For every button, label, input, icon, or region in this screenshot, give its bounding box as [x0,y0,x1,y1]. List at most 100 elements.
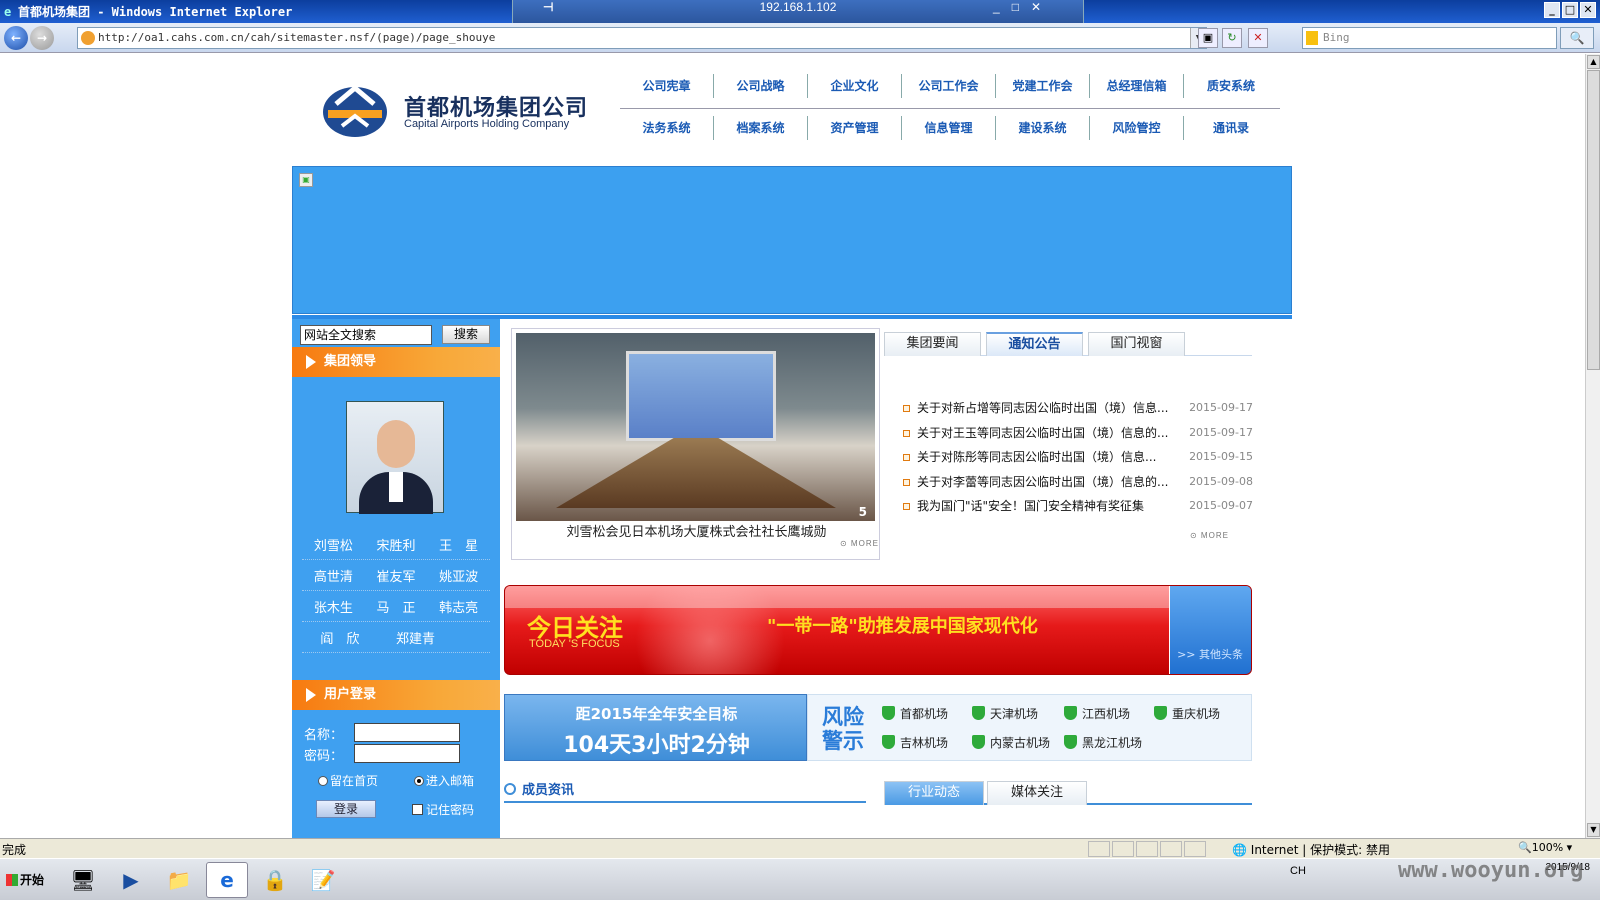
news-row[interactable]: 关于对王玉等同志因公临时出国（境）信息的... 2015-09-17 [901,421,1253,446]
tab-notices[interactable]: 通知公告 [986,332,1083,356]
airport-link[interactable]: 内蒙古机场 [972,734,1050,751]
pin-icon[interactable]: ⊣ [543,0,553,14]
leader-link[interactable]: 马 正 [376,597,415,616]
other-headlines-link[interactable]: >> 其他头条 [1177,646,1243,662]
start-button[interactable]: 开始 [2,865,50,895]
go-mail-radio[interactable]: 进入邮箱 [414,772,474,789]
slide-number[interactable]: 5 [859,505,867,519]
back-button[interactable]: ← [4,26,28,50]
close-button[interactable]: ✕ [1580,2,1596,18]
airport-name[interactable]: 黑龙江机场 [1082,736,1142,750]
news-title[interactable]: 我为国门"话"安全！国门安全精神有奖征集 [917,494,1144,518]
nav-link[interactable]: 质安系统 [1184,74,1278,98]
tab-group-news[interactable]: 集团要闻 [884,332,981,356]
leader-link[interactable]: 姚亚波 [439,566,478,585]
news-more-link[interactable]: ⊙ MORE [1190,531,1229,540]
refresh-button[interactable]: ↻ [1222,28,1242,48]
rdp-connection-bar[interactable]: ⊣ 192.168.1.102 _□✕ [512,0,1084,23]
nav-link[interactable]: 公司工作会 [902,74,996,98]
leader-link[interactable]: 刘雪松 [314,535,353,554]
photo-more-link[interactable]: ⊙ MORE [840,539,879,548]
forward-button[interactable]: → [30,26,54,50]
site-search-input[interactable]: 网站全文搜索 [300,325,432,345]
search-input[interactable]: Bing [1302,27,1557,49]
news-title[interactable]: 关于对李蕾等同志因公临时出国（境）信息的... [917,470,1168,494]
username-input[interactable] [354,723,460,742]
explorer-folder-icon[interactable]: 📁 [158,862,200,898]
window-titlebar[interactable]: e 首都机场集团 - Windows Internet Explorer ⊣ 19… [0,0,1600,23]
airport-name[interactable]: 天津机场 [990,707,1038,721]
leader-link[interactable]: 郑建青 [396,628,435,647]
news-row[interactable]: 我为国门"话"安全！国门安全精神有奖征集 2015-09-07 [901,494,1253,519]
maximize-button[interactable]: □ [1562,2,1578,18]
nav-link[interactable]: 通讯录 [1184,116,1278,140]
nav-link[interactable]: 企业文化 [808,74,902,98]
vertical-scrollbar[interactable]: ▲ ▼ [1585,54,1600,838]
leader-link[interactable]: 宋胜利 [376,535,415,554]
photo-caption[interactable]: 刘雪松会见日本机场大厦株式会社社长鹰城勋 [512,521,881,540]
airport-link[interactable]: 重庆机场 [1154,705,1220,722]
compat-view-button[interactable]: ▣ [1198,28,1218,48]
input-language[interactable]: CH [1290,865,1306,877]
news-title[interactable]: 关于对王玉等同志因公临时出国（境）信息的... [917,421,1168,445]
leader-link[interactable]: 高世清 [314,566,353,585]
nav-link[interactable]: 党建工作会 [996,74,1090,98]
search-button[interactable]: 🔍 [1560,27,1594,49]
nav-link[interactable]: 法务系统 [620,116,714,140]
login-button[interactable]: 登录 [316,800,376,818]
scroll-down-icon[interactable]: ▼ [1587,823,1600,837]
nav-link[interactable]: 档案系统 [714,116,808,140]
password-input[interactable] [354,744,460,763]
news-row[interactable]: 关于对李蕾等同志因公临时出国（境）信息的... 2015-09-08 [901,470,1253,495]
minimize-button[interactable]: _ [1544,2,1560,18]
airport-link[interactable]: 江西机场 [1064,705,1130,722]
airport-name[interactable]: 重庆机场 [1172,707,1220,721]
airport-name[interactable]: 首都机场 [900,707,948,721]
stop-button[interactable]: ✕ [1248,28,1268,48]
news-row[interactable]: 关于对新占增等同志因公临时出国（境）信息... 2015-09-17 [901,396,1253,421]
security-zone[interactable]: 🌐 Internet | 保护模式: 禁用 [1232,841,1390,858]
airport-name[interactable]: 江西机场 [1082,707,1130,721]
focus-headline[interactable]: "一带一路"助推发展中国家现代化 [767,612,1038,638]
scroll-up-icon[interactable]: ▲ [1587,55,1600,69]
server-manager-icon[interactable]: 🖥 [62,862,104,898]
nav-link[interactable]: 信息管理 [902,116,996,140]
airport-link[interactable]: 天津机场 [972,705,1038,722]
rdp-controls[interactable]: _□✕ [993,0,1053,14]
cahs-logo-icon[interactable] [322,82,388,138]
remember-checkbox[interactable]: 记住密码 [412,801,474,818]
site-search-button[interactable]: 搜索 [442,325,490,344]
leader-link[interactable]: 韩志亮 [439,597,478,616]
ie-taskbar-icon[interactable]: e [206,862,248,898]
nav-link[interactable]: 公司战略 [714,74,808,98]
address-bar[interactable]: http://oa1.cahs.com.cn/cah/sitemaster.ns… [77,27,1207,49]
airport-link[interactable]: 首都机场 [882,705,948,722]
airport-name[interactable]: 吉林机场 [900,736,948,750]
news-title[interactable]: 关于对新占增等同志因公临时出国（境）信息... [917,396,1168,420]
leader-link[interactable]: 张木生 [314,597,353,616]
stay-home-radio[interactable]: 留在首页 [318,772,378,789]
tab-gate-window[interactable]: 国门视窗 [1088,332,1185,356]
security-tool-icon[interactable]: 🔒 [254,862,296,898]
member-news-title[interactable]: 成员资讯 [522,779,574,798]
leader-link[interactable]: 阎 欣 [320,628,359,647]
airport-link[interactable]: 吉林机场 [882,734,948,751]
airport-link[interactable]: 黑龙江机场 [1064,734,1142,751]
powershell-icon[interactable]: ▶ [110,862,152,898]
todays-focus-banner[interactable]: 今日关注 TODAY 'S FOCUS "一带一路"助推发展中国家现代化 >> … [504,585,1252,675]
zoom-control[interactable]: 🔍100% ▾ [1518,841,1572,854]
nav-link[interactable]: 建设系统 [996,116,1090,140]
leader-link[interactable]: 崔友军 [376,566,415,585]
airport-name[interactable]: 内蒙古机场 [990,736,1050,750]
nav-link[interactable]: 资产管理 [808,116,902,140]
notepad-icon[interactable]: 📝 [302,862,344,898]
leader-link[interactable]: 王 星 [439,535,478,554]
nav-link[interactable]: 总经理信箱 [1090,74,1184,98]
tab-media[interactable]: 媒体关注 [987,781,1087,805]
nav-link[interactable]: 公司宪章 [620,74,714,98]
news-title[interactable]: 关于对陈彤等同志因公临时出国（境）信息... [917,445,1156,469]
nav-link[interactable]: 风险管控 [1090,116,1184,140]
news-photo[interactable]: 5 [516,333,875,521]
tab-industry[interactable]: 行业动态 [884,781,984,805]
news-row[interactable]: 关于对陈彤等同志因公临时出国（境）信息... 2015-09-15 [901,445,1253,470]
